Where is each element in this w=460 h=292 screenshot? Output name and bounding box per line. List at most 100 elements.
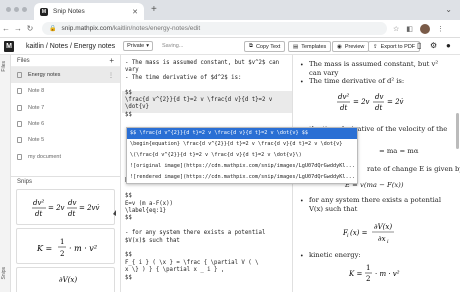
eq1-num: dv	[375, 93, 383, 101]
file-item[interactable]: Note 8	[11, 83, 120, 99]
eq4-x: (x) =	[350, 229, 368, 237]
browser-menu-icon[interactable]: ⋮	[437, 25, 444, 33]
editor-line[interactable]: $$	[125, 193, 132, 200]
editor-line[interactable]: $$	[125, 112, 132, 119]
document-icon	[17, 88, 22, 95]
add-file-icon[interactable]: +	[109, 56, 114, 65]
rail-snips-tab[interactable]: Snips	[1, 267, 7, 280]
snip2-num: 1	[60, 238, 64, 246]
file-item[interactable]: Note 6	[11, 116, 120, 132]
privacy-label: Private	[127, 43, 145, 49]
preview-equation-5: K = 1 2 · m · v²	[348, 264, 400, 283]
eq5-lhs: K =	[348, 270, 362, 278]
preview-paragraph: The mass is assumed constant, but v² can…	[309, 60, 439, 77]
reload-icon[interactable]: ↻	[24, 24, 36, 33]
editor-line[interactable]: $$	[125, 252, 132, 259]
snip1-num: dv	[68, 199, 76, 207]
snip-equation: K = 1 2 · m · v²	[36, 238, 97, 258]
bookmark-star-icon[interactable]: ☆	[393, 25, 399, 33]
file-item[interactable]: Note 7	[11, 100, 120, 116]
snips-header: Snips	[11, 176, 121, 186]
tab-search-icon[interactable]: ⌄	[445, 5, 452, 14]
editor-line[interactable]: E=v (m a-F(x))	[125, 201, 173, 208]
forward-icon[interactable]: →	[12, 24, 24, 33]
window-controls[interactable]	[6, 7, 30, 14]
privacy-select[interactable]: Private ▾	[123, 41, 153, 51]
autocomplete-option[interactable]: ![original image](https://cdn.mathpix.co…	[127, 161, 357, 172]
preview-equation-1: dv² dt = 2v dv dt = 2v̇	[337, 93, 404, 112]
preview-paragraph: The time derivative of d² is:	[309, 77, 405, 85]
document-icon	[17, 104, 22, 111]
extensions-icon[interactable]: ◧	[406, 25, 413, 33]
preview-scrollbar[interactable]	[456, 113, 459, 149]
copy-text-button[interactable]: ⧉ Copy Text	[244, 41, 286, 52]
file-item[interactable]: Energy notes ⋮	[11, 67, 120, 84]
editor-line[interactable]: $$	[125, 90, 132, 97]
document-icon	[17, 72, 22, 79]
document-icon[interactable]: ▯	[417, 41, 421, 50]
file-item[interactable]: my document	[11, 148, 120, 164]
file-label: Note 7	[28, 104, 45, 111]
browser-tab-bar: M Snip Notes ✕ + ⌄	[0, 0, 460, 20]
editor-line[interactable]: x \} ) } { \partial x _ i } ,	[125, 267, 224, 274]
breadcrumb[interactable]: kaitlin / Notes / Energy notes	[26, 43, 115, 50]
preview-button[interactable]: ◉ Preview	[332, 41, 370, 52]
eq4-num: ∂V(x)	[374, 223, 392, 231]
editor-line[interactable]: \frac{d v^{2}}{d t}=2 v \frac{d v}{d t}=…	[125, 97, 272, 104]
preview-paragraph: for any system there exists a potential …	[309, 196, 442, 213]
copy-icon: ⧉	[249, 43, 253, 49]
bullet: •	[300, 62, 304, 69]
app-header: M kaitlin / Notes / Energy notes Private…	[0, 38, 460, 55]
snip-card[interactable]: K = 1 2 · m · v²	[16, 228, 115, 264]
snip2-lhs: K =	[36, 244, 52, 253]
url-field[interactable]: 🔒 snip.mathpix.com/kaitlin/notes/energy-…	[42, 22, 387, 35]
files-panel: Files + Energy notes ⋮ Note 8 Note 7 Not…	[11, 55, 121, 292]
editor-line[interactable]: $V(x)$ such that	[125, 238, 180, 245]
eq1-mid: = 2v	[353, 98, 370, 106]
gear-icon[interactable]: ⚙	[430, 41, 437, 50]
rail-files-tab[interactable]: Files	[1, 61, 7, 72]
editor-line[interactable]: - for any system there exists a potentia…	[125, 230, 265, 237]
eq4-den: ∂x	[378, 235, 386, 243]
avatar[interactable]	[419, 23, 430, 34]
eye-icon: ◉	[337, 43, 342, 50]
browser-tab[interactable]: M Snip Notes ✕	[34, 3, 144, 20]
address-bar-row: ← → ↻ 🔒 snip.mathpix.com/kaitlin/notes/e…	[0, 20, 460, 38]
editor-line[interactable]: - The mass is assumed constant, but $v^2…	[125, 60, 279, 67]
templates-label: Templates	[301, 43, 327, 50]
bullet: •	[300, 79, 304, 86]
mathpix-favicon-icon: M	[40, 7, 48, 16]
editor-line[interactable]: F_{ i } ( \x } = \frac { \partial V ( \	[125, 260, 259, 267]
user-icon[interactable]: ●	[446, 41, 451, 50]
export-pdf-button[interactable]: ⇪ Export to PDF	[368, 41, 421, 52]
export-icon: ⇪	[373, 43, 378, 50]
document-icon	[17, 137, 22, 144]
snip-card[interactable]: dv² dt = 2v dv dt = 2vv̇	[16, 189, 116, 225]
save-status: Saving...	[162, 43, 184, 49]
url-path: /kaitlin/notes/energy-notes/edit	[112, 25, 201, 32]
eq4-sub: i	[347, 233, 349, 239]
snips-title: Snips	[17, 178, 33, 185]
new-tab-button[interactable]: +	[151, 4, 157, 15]
eq1-lhs-den: dt	[340, 104, 347, 112]
autocomplete-option[interactable]: $$ \frac{d v^{2}}{d t}=2 v \frac{d v}{d …	[127, 128, 357, 139]
more-icon[interactable]: ⋮	[108, 72, 114, 79]
eq4-densub: i	[387, 239, 389, 245]
templates-button[interactable]: ▤ Templates	[288, 41, 332, 52]
back-icon[interactable]: ←	[0, 24, 12, 33]
close-tab-icon[interactable]: ✕	[132, 8, 138, 16]
editor-line[interactable]: $$	[125, 215, 132, 222]
file-label: Note 8	[28, 88, 45, 95]
autocomplete-option[interactable]: \(\frac{d v^{2}}{d t}=2 v \frac{d v}{d t…	[127, 150, 357, 161]
editor-line[interactable]: \dot{v}	[125, 104, 149, 111]
snip-card[interactable]: ∂V(x)	[16, 267, 115, 292]
editor-line[interactable]: - The time derivative of $d^2$ is:	[125, 75, 241, 82]
editor-line[interactable]: $$	[125, 275, 132, 282]
autocomplete-option[interactable]: \begin{equation} \frac{d v^{2}}{d t}=2 v…	[127, 139, 357, 150]
editor-line[interactable]: \label{eq:1}	[125, 208, 166, 215]
mathpix-logo-icon[interactable]: M	[4, 40, 14, 52]
editor-line[interactable]: vary	[125, 67, 139, 74]
autocomplete-option[interactable]: ![rendered image](https://cdn.mathpix.co…	[127, 172, 357, 183]
files-title: Files	[17, 57, 30, 64]
file-item[interactable]: Note 5	[11, 132, 120, 148]
